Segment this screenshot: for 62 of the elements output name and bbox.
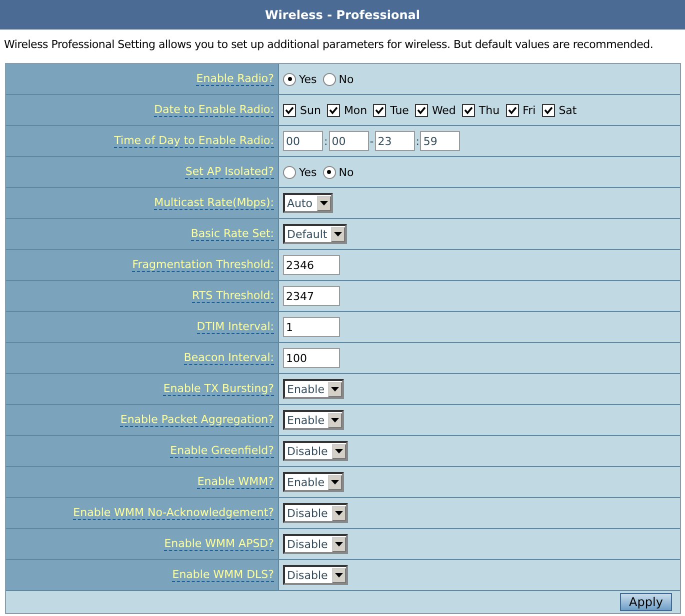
- dropdown[interactable]: Enable: [283, 379, 344, 399]
- day-checkbox[interactable]: Sun: [283, 104, 321, 116]
- day-checkbox[interactable]: Fri: [506, 104, 536, 116]
- dropdown[interactable]: Enable: [283, 472, 344, 492]
- field-label: Time of Day to Enable Radio:: [114, 134, 274, 148]
- hour-field[interactable]: 23: [374, 131, 415, 151]
- field-label: Set AP Isolated?: [185, 165, 274, 179]
- description-text: Wireless Professional Setting allows you to set up additional parameters for wireless. But default values are recommended.: [3, 37, 654, 53]
- field-label: Fragmentation Threshold:: [132, 258, 274, 272]
- apply-button[interactable]: Apply: [620, 593, 672, 611]
- day-checkbox[interactable]: Tue: [373, 104, 409, 116]
- minute-field[interactable]: 59: [420, 131, 460, 151]
- dropdown[interactable]: Disable: [283, 565, 348, 585]
- input-field[interactable]: 2347: [283, 286, 340, 306]
- page-title: Wireless - Professional: [265, 8, 420, 22]
- separator-text: :: [324, 134, 328, 148]
- dropdown[interactable]: Auto: [283, 193, 333, 213]
- field-label: Enable WMM APSD?: [164, 537, 274, 551]
- checkbox-icon[interactable]: [283, 104, 296, 116]
- radio-button-icon[interactable]: [322, 72, 336, 86]
- radio-button-icon[interactable]: [322, 166, 336, 178]
- radio-option[interactable]: Yes: [283, 72, 317, 86]
- checkbox-icon[interactable]: [326, 104, 340, 116]
- checkbox-icon[interactable]: [462, 104, 475, 116]
- separator-text: :: [416, 134, 420, 148]
- field-label: Multicast Rate(Mbps):: [154, 196, 274, 210]
- radio-option[interactable]: Yes: [283, 166, 317, 178]
- dropdown[interactable]: Enable: [283, 410, 344, 430]
- field-label: Enable TX Bursting?: [163, 382, 274, 396]
- field-label: Enable WMM DLS?: [172, 568, 274, 582]
- day-checkbox[interactable]: Sat: [542, 104, 577, 116]
- field-label: Basic Rate Set:: [190, 227, 274, 241]
- input-field[interactable]: 2346: [283, 255, 340, 275]
- dropdown[interactable]: Disable: [283, 503, 348, 523]
- checkbox-icon[interactable]: [506, 104, 519, 116]
- input-field[interactable]: 1: [283, 317, 340, 337]
- day-checkbox[interactable]: Wed: [414, 104, 456, 116]
- radio-button-icon[interactable]: [283, 166, 296, 178]
- minute-field[interactable]: 00: [328, 131, 369, 151]
- hour-field[interactable]: 00: [283, 131, 323, 151]
- field-label: Beacon Interval:: [184, 351, 274, 365]
- radio-option[interactable]: No: [322, 166, 354, 178]
- day-checkbox[interactable]: Thu: [462, 104, 500, 116]
- radio-option[interactable]: No: [322, 72, 354, 86]
- day-checkbox[interactable]: Mon: [326, 104, 368, 116]
- field-label: Enable Greenfield?: [170, 444, 274, 458]
- input-field[interactable]: 100: [283, 348, 340, 368]
- field-label: RTS Threshold:: [192, 289, 274, 303]
- radio-button-icon[interactable]: [283, 72, 296, 86]
- dropdown[interactable]: Default: [283, 224, 348, 244]
- dropdown[interactable]: Disable: [283, 534, 348, 554]
- field-label: Enable Packet Aggregation?: [120, 413, 274, 427]
- field-label: Enable WMM No-Acknowledgement?: [73, 506, 274, 520]
- field-label: Enable Radio?: [196, 72, 274, 86]
- checkbox-icon[interactable]: [373, 104, 386, 116]
- checkbox-icon[interactable]: [542, 104, 555, 116]
- separator-text: -: [370, 134, 374, 148]
- dropdown[interactable]: Disable: [283, 441, 348, 461]
- checkbox-icon[interactable]: [414, 104, 428, 116]
- field-label: DTIM Interval:: [196, 320, 274, 334]
- field-label: Date to Enable Radio:: [154, 103, 274, 117]
- field-label: Enable WMM?: [197, 475, 274, 489]
